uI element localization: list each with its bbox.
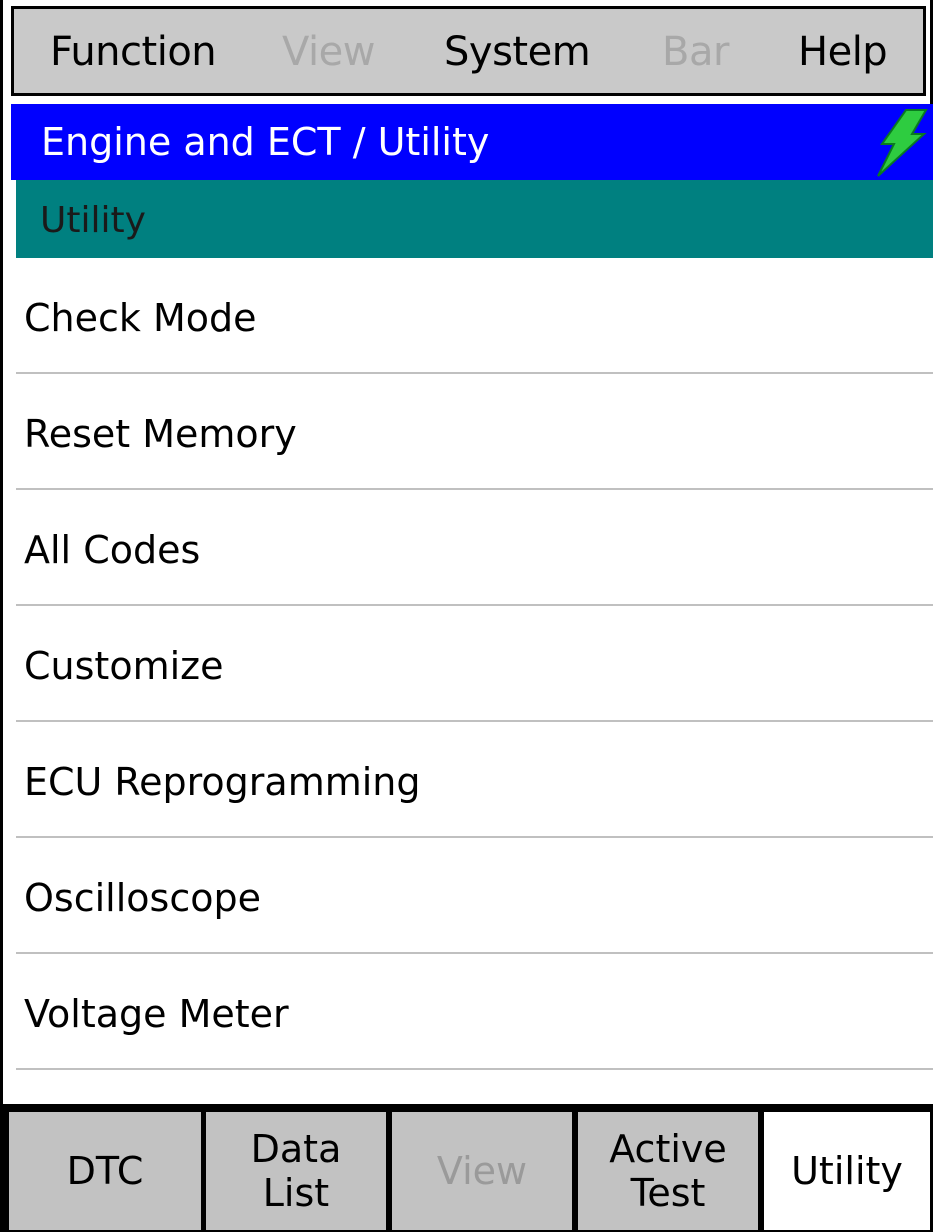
- title-bar: Engine and ECT / Utility: [11, 104, 933, 180]
- list-item-label: Reset Memory: [24, 412, 297, 456]
- tab-dtc[interactable]: DTC: [9, 1112, 201, 1230]
- list-item-label: Oscilloscope: [24, 876, 261, 920]
- tab-label-line1: Data: [250, 1127, 342, 1171]
- menu-help[interactable]: Help: [798, 29, 888, 75]
- list-item-voltage-meter[interactable]: Voltage Meter: [16, 954, 933, 1070]
- list-item-label: Voltage Meter: [24, 992, 289, 1036]
- list-item-check-mode[interactable]: Check Mode: [16, 258, 933, 374]
- tab-label-line1: Active: [609, 1127, 727, 1171]
- utility-list: Check Mode Reset Memory All Codes Custom…: [16, 258, 933, 1108]
- tab-label: DTC: [66, 1149, 144, 1193]
- app-screen: Function View System Bar Help Engine and…: [0, 0, 933, 1232]
- tab-label-line2: Test: [630, 1171, 706, 1215]
- tab-utility[interactable]: Utility: [764, 1112, 930, 1230]
- list-item-label: Check Mode: [24, 296, 257, 340]
- section-title: Utility: [40, 200, 146, 241]
- tab-active-test[interactable]: Active Test: [578, 1112, 758, 1230]
- lightning-bolt-icon: [877, 109, 928, 177]
- list-item-reset-memory[interactable]: Reset Memory: [16, 374, 933, 490]
- tab-view[interactable]: View: [392, 1112, 572, 1230]
- list-item-label: Customize: [24, 644, 224, 688]
- section-header: Utility: [16, 180, 933, 258]
- list-item-oscilloscope[interactable]: Oscilloscope: [16, 838, 933, 954]
- list-item-label: All Codes: [24, 528, 201, 572]
- list-item-label: ECU Reprogramming: [24, 760, 421, 804]
- tab-label: Utility: [791, 1149, 903, 1193]
- bottom-tab-bar: DTC Data List View Active Test Utility: [3, 1104, 933, 1232]
- menu-bar: Function View System Bar Help: [11, 6, 926, 96]
- page-title: Engine and ECT / Utility: [41, 120, 490, 164]
- list-item-all-codes[interactable]: All Codes: [16, 490, 933, 606]
- menu-system[interactable]: System: [444, 29, 591, 75]
- menu-view[interactable]: View: [282, 29, 375, 75]
- tab-label-line2: List: [262, 1171, 330, 1215]
- tab-label: View: [436, 1149, 528, 1193]
- list-item-ecu-reprogramming[interactable]: ECU Reprogramming: [16, 722, 933, 838]
- list-item-customize[interactable]: Customize: [16, 606, 933, 722]
- menu-bar-item[interactable]: Bar: [662, 29, 729, 75]
- tab-data-list[interactable]: Data List: [206, 1112, 386, 1230]
- menu-function[interactable]: Function: [50, 29, 217, 75]
